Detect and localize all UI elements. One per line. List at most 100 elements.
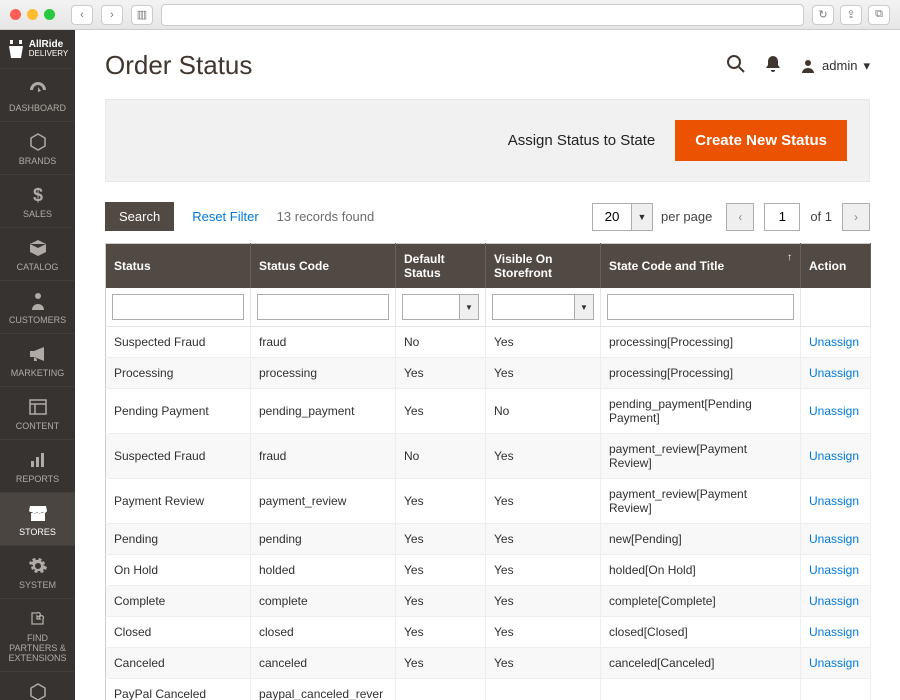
cell-default: Yes [396,586,486,617]
col-header-status[interactable]: Status [106,244,251,289]
notifications-icon[interactable] [764,55,782,76]
tabs-button[interactable]: ⧉ [868,5,890,25]
next-page-button[interactable]: › [842,203,870,231]
table-row[interactable]: Pending Paymentpending_paymentYesNopendi… [106,389,871,434]
unassign-link[interactable]: Unassign [809,494,859,508]
admin-sidebar: AllRideDELIVERY DASHBOARDBRANDS$SALES CAT… [0,30,75,700]
table-row[interactable]: Suspected FraudfraudNoYesprocessing[Proc… [106,327,871,358]
table-row[interactable]: CompletecompleteYesYescomplete[Complete]… [106,586,871,617]
sidebar-item-customers[interactable]: CUSTOMERS [0,280,75,333]
cell-action: Unassign [801,389,871,434]
sidebar-item-deliveryzipco[interactable]: DELIVERYZIPCO [0,671,75,700]
unassign-link[interactable]: Unassign [809,404,859,418]
create-new-status-button[interactable]: Create New Status [675,120,847,161]
sidebar-item-dashboard[interactable]: DASHBOARD [0,68,75,121]
unassign-link[interactable]: Unassign [809,625,859,639]
cell-visible: Yes [486,327,601,358]
prev-page-button[interactable]: ‹ [726,203,754,231]
filter-visible-input[interactable] [492,294,574,320]
cell-default: Yes [396,648,486,679]
unassign-link[interactable]: Unassign [809,335,859,349]
table-row[interactable]: Suspected FraudfraudNoYespayment_review[… [106,434,871,479]
cell-code: holded [251,555,396,586]
sidebar-item-label: CATALOG [2,262,73,272]
search-icon[interactable] [726,54,746,77]
maximize-window-icon[interactable] [44,9,55,20]
sidebar-item-content[interactable]: CONTENT [0,386,75,439]
table-row[interactable]: Payment Reviewpayment_reviewYesYespaymen… [106,479,871,524]
per-page-label: per page [661,209,712,224]
table-row[interactable]: On HoldholdedYesYesholded[On Hold]Unassi… [106,555,871,586]
cell-action: Unassign [801,648,871,679]
col-header-status-code[interactable]: Status Code [251,244,396,289]
page-input[interactable] [764,203,800,231]
col-header-default-status[interactable]: Default Status [396,244,486,289]
sidebar-item-marketing[interactable]: MARKETING [0,333,75,386]
sidebar-item-reports[interactable]: REPORTS [0,439,75,492]
minimize-window-icon[interactable] [27,9,38,20]
puzzle-icon [2,609,73,629]
cell-status: Complete [106,586,251,617]
table-row[interactable]: PendingpendingYesYesnew[Pending]Unassign [106,524,871,555]
cell-status: Canceled [106,648,251,679]
cell-status: On Hold [106,555,251,586]
filter-default-dropdown[interactable]: ▼ [459,294,479,320]
sidebar-item-system[interactable]: SYSTEM [0,545,75,598]
sidebar-item-stores[interactable]: STORES [0,492,75,545]
sidebar-item-brands[interactable]: BRANDS [0,121,75,174]
cell-code: canceled [251,648,396,679]
cell-default: Yes [396,555,486,586]
unassign-link[interactable]: Unassign [809,449,859,463]
cell-code: fraud [251,327,396,358]
admin-user-menu[interactable]: admin ▾ [800,58,870,74]
table-row[interactable]: ProcessingprocessingYesYesprocessing[Pro… [106,358,871,389]
assign-status-button[interactable]: Assign Status to State [508,132,656,149]
col-header-visible[interactable]: Visible On Storefront [486,244,601,289]
share-button[interactable]: ⇪ [840,5,862,25]
forward-button[interactable]: › [101,5,123,25]
cell-default: Yes [396,617,486,648]
filter-status-input[interactable] [112,294,244,320]
unassign-link[interactable]: Unassign [809,656,859,670]
cell-state [601,679,801,700]
col-header-state[interactable]: State Code and Title↑ [601,244,801,289]
reset-filter-link[interactable]: Reset Filter [192,209,258,224]
per-page-input[interactable] [592,203,632,231]
page-title: Order Status [105,50,252,81]
gauge-icon [2,79,73,99]
per-page-dropdown[interactable]: ▼ [631,203,653,231]
unassign-link[interactable]: Unassign [809,366,859,380]
table-row[interactable]: ClosedclosedYesYesclosed[Closed]Unassign [106,617,871,648]
hex-icon [2,132,73,152]
sidebar-item-label: CUSTOMERS [2,315,73,325]
unassign-link[interactable]: Unassign [809,594,859,608]
cell-visible [486,679,601,700]
sidebar-toggle-button[interactable]: ▥ [131,5,153,25]
back-button[interactable]: ‹ [71,5,93,25]
cell-code: complete [251,586,396,617]
table-row[interactable]: PayPal Canceled Reversalpaypal_canceled_… [106,679,871,700]
table-row[interactable]: CanceledcanceledYesYescanceled[Canceled]… [106,648,871,679]
dollar-icon: $ [2,185,73,205]
sidebar-item-find-partners-extensions[interactable]: FIND PARTNERS & EXTENSIONS [0,598,75,671]
browser-chrome: ‹ › ▥ ↻ ⇪ ⧉ [0,0,900,30]
unassign-link[interactable]: Unassign [809,532,859,546]
reload-button[interactable]: ↻ [812,5,834,25]
search-button[interactable]: Search [105,202,174,231]
sidebar-item-catalog[interactable]: CATALOG [0,227,75,280]
cell-action: Unassign [801,327,871,358]
filter-visible-dropdown[interactable]: ▼ [574,294,594,320]
close-window-icon[interactable] [10,9,21,20]
cell-state: holded[On Hold] [601,555,801,586]
sidebar-item-sales[interactable]: $SALES [0,174,75,227]
address-bar[interactable] [161,4,804,26]
cell-status: Closed [106,617,251,648]
filter-code-input[interactable] [257,294,389,320]
unassign-link[interactable]: Unassign [809,563,859,577]
filter-default-input[interactable] [402,294,459,320]
filter-row: ▼ ▼ [106,288,871,327]
cell-visible: Yes [486,358,601,389]
brand-logo[interactable]: AllRideDELIVERY [0,30,75,68]
filter-state-input[interactable] [607,294,794,320]
cell-default: Yes [396,524,486,555]
